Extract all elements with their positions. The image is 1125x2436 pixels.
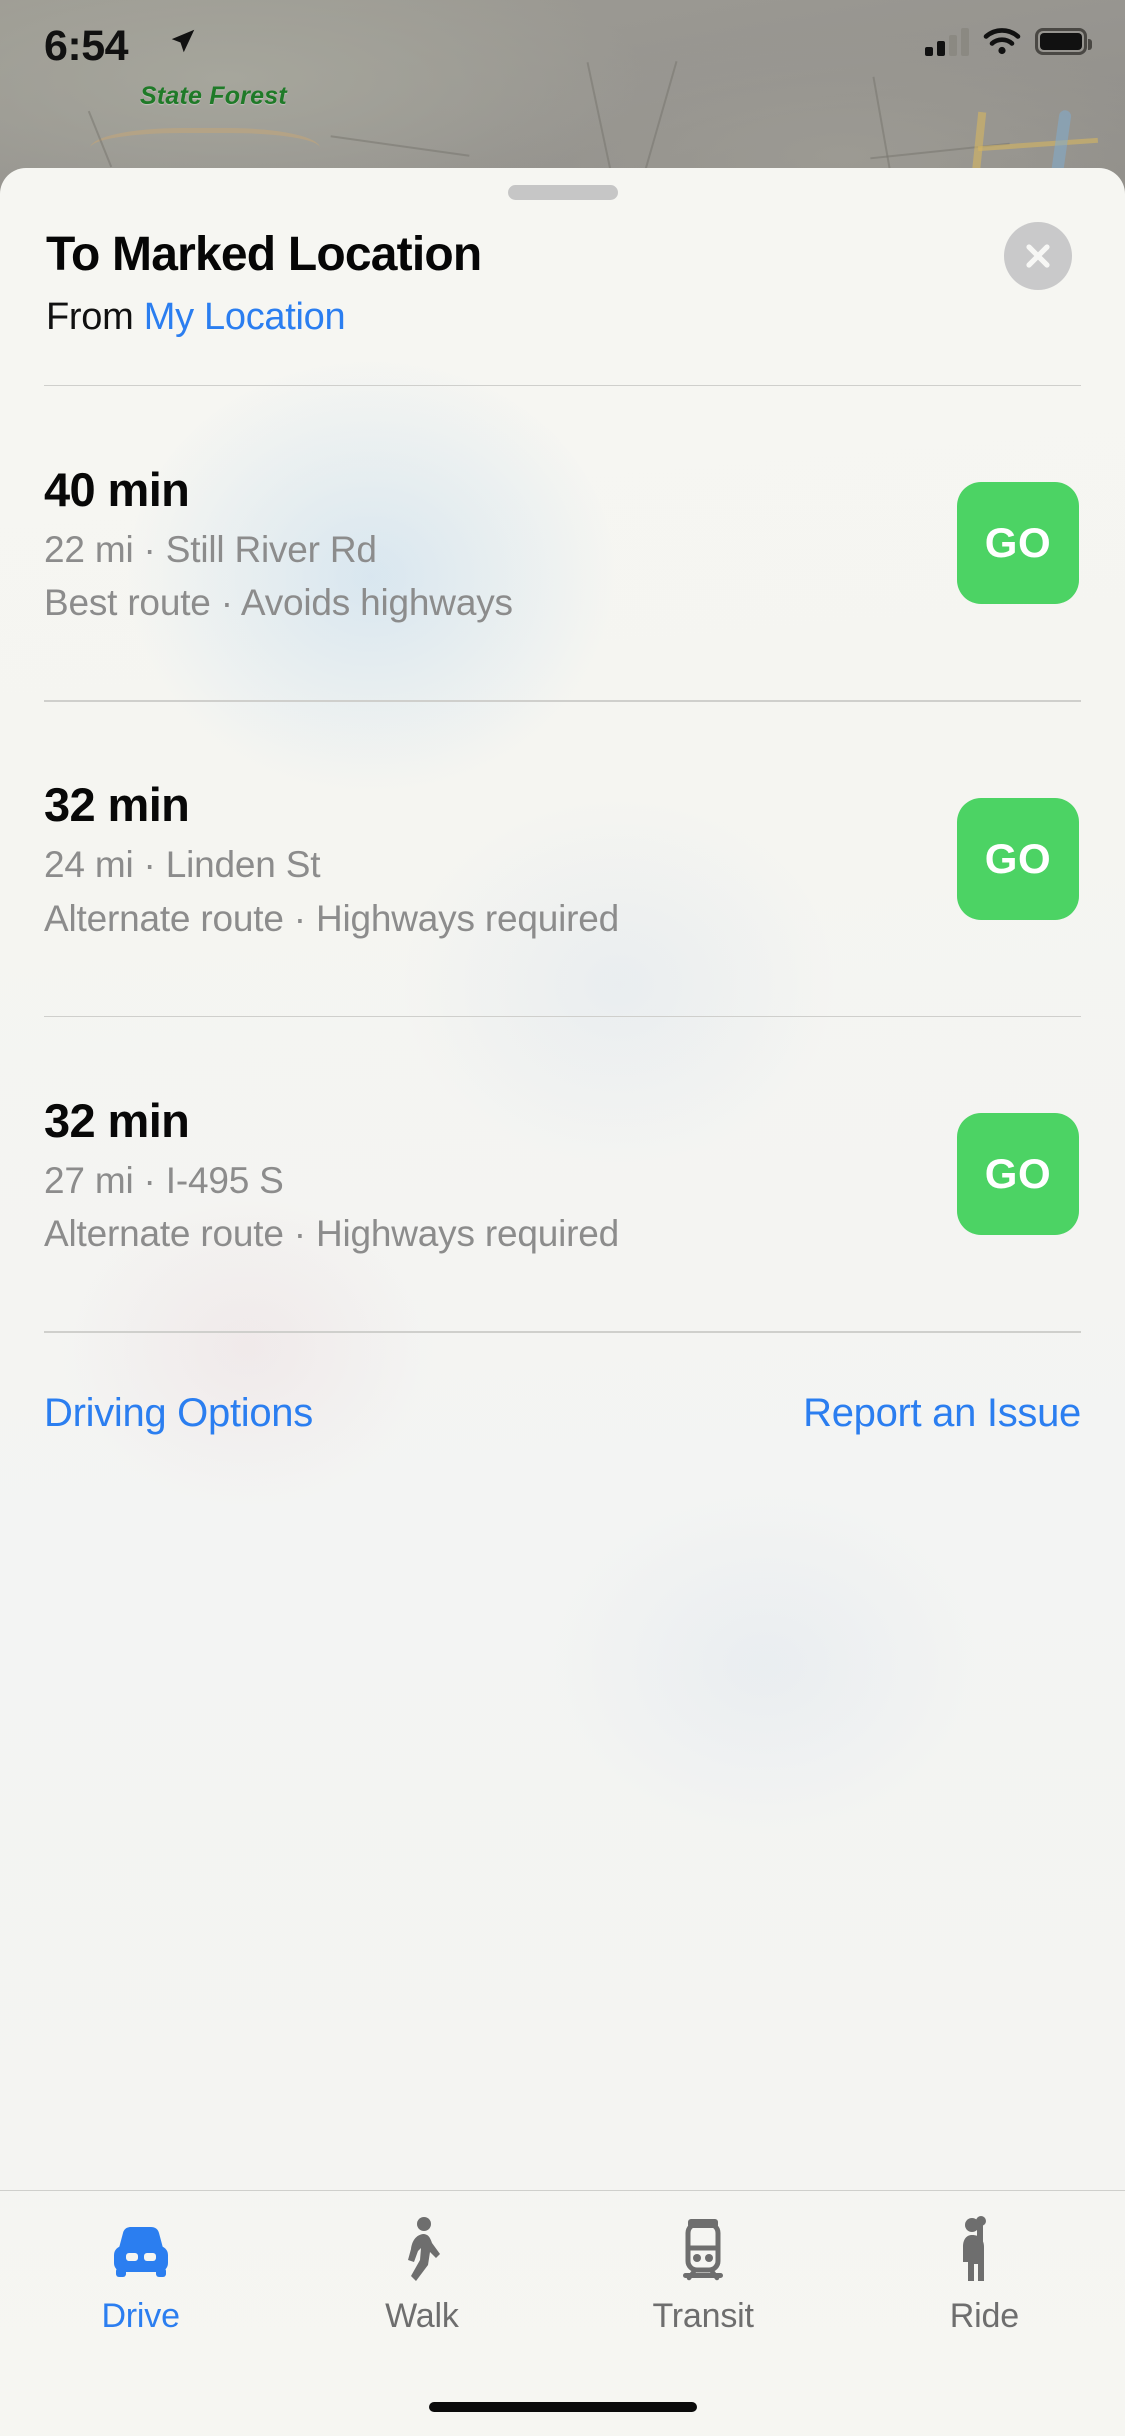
- route-eta: 40 min: [44, 462, 190, 516]
- origin-row: From My Location: [46, 296, 1079, 339]
- tab-walk-label: Walk: [385, 2297, 459, 2335]
- route-description: Best route · Avoids highways: [44, 582, 513, 624]
- tab-drive-label: Drive: [101, 2297, 180, 2335]
- route-option-row[interactable]: 32 min 27 mi · I-495 S Alternate route ·…: [0, 1017, 1125, 1331]
- home-indicator[interactable]: [428, 2402, 697, 2412]
- go-button-label: GO: [984, 519, 1052, 567]
- iphone-screen: State Forest 6:54 To Marked Location Fro…: [0, 0, 1125, 2436]
- page-title: To Marked Location: [46, 228, 482, 281]
- close-x-glyph: [1026, 244, 1050, 268]
- route-eta: 32 min: [44, 1093, 190, 1147]
- route-option-row[interactable]: 32 min 24 mi · Linden St Alternate route…: [0, 702, 1125, 1016]
- status-bar-indicators: [925, 26, 1092, 56]
- origin-link-my-location[interactable]: My Location: [144, 296, 346, 338]
- cellular-signal-icon: [925, 26, 969, 56]
- go-button[interactable]: GO: [957, 1113, 1079, 1236]
- origin-prefix-label: From: [46, 295, 144, 338]
- route-distance-via: 22 mi · Still River Rd: [44, 528, 377, 570]
- tab-walk[interactable]: Walk: [281, 2191, 562, 2436]
- rideshare-icon: [956, 2213, 1012, 2289]
- map-road: [330, 135, 470, 157]
- go-button[interactable]: GO: [957, 482, 1079, 605]
- driving-options-link[interactable]: Driving Options: [44, 1391, 313, 1436]
- status-bar: 6:54: [0, 0, 1125, 110]
- transport-mode-tab-bar: Drive Walk Transit Ride: [0, 2190, 1125, 2436]
- route-description: Alternate route · Highways required: [44, 1213, 620, 1255]
- battery-full-icon: [1035, 27, 1092, 55]
- close-icon[interactable]: [1004, 222, 1072, 290]
- route-details: 40 min 22 mi · Still River Rd Best route…: [44, 462, 513, 626]
- location-arrow-icon: [171, 29, 195, 53]
- tab-drive[interactable]: Drive: [0, 2191, 281, 2436]
- route-distance-via: 24 mi · Linden St: [44, 844, 321, 886]
- map-highway: [977, 137, 1099, 152]
- tab-ride-label: Ride: [949, 2297, 1019, 2335]
- tab-ride[interactable]: Ride: [844, 2191, 1125, 2436]
- route-eta: 32 min: [44, 778, 190, 832]
- go-button-label: GO: [984, 1150, 1052, 1198]
- route-details: 32 min 24 mi · Linden St Alternate route…: [44, 777, 619, 941]
- tab-transit[interactable]: Transit: [563, 2191, 844, 2436]
- sheet-footer-links: Driving Options Report an Issue: [0, 1333, 1125, 1436]
- status-bar-time: 6:54: [44, 22, 129, 70]
- tab-transit-label: Transit: [652, 2297, 754, 2335]
- train-icon: [675, 2213, 731, 2289]
- go-button-label: GO: [984, 834, 1052, 882]
- wifi-icon: [983, 28, 1021, 55]
- route-distance-via: 27 mi · I-495 S: [44, 1159, 284, 1201]
- go-button[interactable]: GO: [957, 797, 1079, 920]
- directions-sheet: To Marked Location From My Location 40 m…: [0, 168, 1125, 2436]
- route-option-row[interactable]: 40 min 22 mi · Still River Rd Best route…: [0, 386, 1125, 700]
- walk-icon: [394, 2213, 450, 2289]
- map-highway: [971, 111, 987, 175]
- sheet-grabber-handle[interactable]: [507, 185, 618, 200]
- report-an-issue-link[interactable]: Report an Issue: [803, 1391, 1081, 1436]
- route-description: Alternate route · Highways required: [44, 897, 620, 939]
- car-icon: [106, 2213, 176, 2289]
- route-details: 32 min 27 mi · I-495 S Alternate route ·…: [44, 1093, 619, 1257]
